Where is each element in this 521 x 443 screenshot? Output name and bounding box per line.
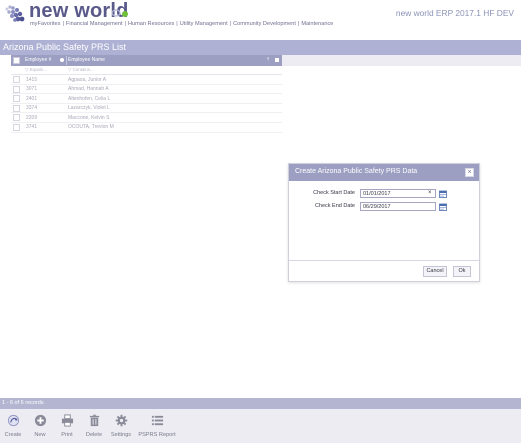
report-list-icon [151,415,163,426]
erp-version: new world ERP 2017.1 HF DEV [395,8,514,18]
nav-item-human-resources[interactable]: Human Resources [128,21,174,27]
row-checkbox[interactable] [13,123,20,131]
employee-grid: Employee # Employee Name ⇡ ▽ Equals... ▽… [11,55,282,133]
table-row[interactable]: 3374 Lazarczyk, Violet L [11,104,282,114]
column-divider [66,56,67,65]
column-header-employee-name[interactable]: Employee Name [68,57,105,63]
employee-name: Maccone, Kelvin S [68,114,110,121]
calendar-icon[interactable] [439,203,447,211]
settings-button[interactable]: Settings [109,414,133,438]
logo-icon [5,5,25,22]
print-button[interactable]: Print [57,414,77,438]
filter-employee-number[interactable]: ▽ Equals... [25,67,47,73]
filter-row: ▽ Equals... ▽ Contains... [11,66,282,75]
filter-placeholder: Contains... [72,67,94,72]
calendar-icon[interactable] [439,190,447,198]
employee-number: 3071 [26,86,38,93]
app-header: new world myFavorites | Financial Manageme… [0,0,521,31]
clear-date-icon[interactable]: × [428,190,432,196]
create-label: Create [4,432,22,438]
page-title-bar: Arizona Public Safety PRS List [0,40,521,55]
employee-number: 2401 [26,95,38,102]
print-label: Print [61,432,73,438]
employee-number: 2209 [26,114,38,121]
filter-employee-name[interactable]: ▽ Contains... [68,67,94,73]
table-row[interactable]: 3071 Ahmad, Hannah A [11,85,282,95]
table-row[interactable]: 1415 Agpaoa, Junior A [11,75,282,85]
nav-separator: | [229,21,232,27]
status-bar: 1 - 6 of 6 records [0,398,521,409]
new-button[interactable]: New [30,414,50,438]
table-row[interactable]: 3741 OCOUTA, Trevion M [11,123,282,133]
cancel-button[interactable]: Cancel [423,266,447,277]
column-menu-icon[interactable] [275,58,279,62]
employee-number: 1415 [26,76,38,83]
leaf-logo-icon [111,9,128,17]
close-icon[interactable]: × [465,168,474,177]
grid-header: Employee # Employee Name ⇡ [11,55,282,66]
employee-name: Ahmad, Hannah A [68,86,109,93]
dialog-title: Create Arizona Public Safety PRS Data [295,168,418,175]
row-checkbox[interactable] [13,104,20,112]
employee-name: Altenhofen, Celia L [68,95,111,102]
check-start-date-input[interactable] [360,189,436,198]
employee-name: OCOUTA, Trevion M [68,124,114,131]
nav-item-community-development[interactable]: Community Development [233,21,296,27]
ok-button[interactable]: Ok [453,266,471,277]
row-checkbox[interactable] [13,95,20,103]
psprs-report-button[interactable]: PSPRS Report [137,414,177,438]
plus-circle-icon [34,414,46,427]
delete-button[interactable]: Delete [84,414,104,438]
nav-item-myfavorites[interactable]: myFavorites [30,21,60,27]
bottom-toolbar: Create New Print Delete Settings PSPRS R… [0,409,521,443]
nav-item-maintenance[interactable]: Maintenance [301,21,333,27]
create-prs-dialog: Create Arizona Public Safety PRS Data × … [288,163,480,282]
nav-separator: | [124,21,126,27]
table-row[interactable]: 2401 Altenhofen, Celia L [11,94,282,104]
new-label: New [34,432,46,438]
nav-separator: | [297,21,300,27]
check-end-date-label: Check End Date [314,203,355,209]
select-all-checkbox[interactable] [13,57,20,64]
delete-label: Delete [85,432,103,438]
dialog-divider [289,260,479,261]
settings-label: Settings [110,432,132,438]
employee-name: Agpaoa, Junior A [68,76,107,83]
employee-number: 3374 [26,105,38,112]
top-nav: myFavorites | Financial Management | Human R… [30,21,333,27]
trash-icon [89,414,99,427]
grid-header-filler [282,55,521,66]
nav-item-utility-management[interactable]: Utility Management [180,21,228,27]
record-count: 1 - 6 of 6 records [2,400,44,406]
create-icon [7,414,19,427]
pin-icon[interactable]: ⇡ [266,57,270,63]
filter-placeholder: Equals... [29,67,47,72]
row-checkbox[interactable] [13,114,20,122]
printer-icon [61,414,73,427]
row-checkbox[interactable] [13,76,20,83]
psprs-report-label: PSPRS Report [138,432,176,438]
row-checkbox[interactable] [13,85,20,93]
table-row[interactable]: 2209 Maccone, Kelvin S [11,113,282,123]
column-header-employee-number[interactable]: Employee # [25,57,51,63]
gear-icon [115,414,127,427]
nav-item-financial-management[interactable]: Financial Management [66,21,123,27]
create-button[interactable]: Create [3,414,23,438]
check-end-date-input[interactable] [360,202,436,211]
employee-number: 3741 [26,124,38,131]
page-title: Arizona Public Safety PRS List [3,42,127,52]
nav-separator: | [176,21,178,27]
check-start-date-label: Check Start Date [313,190,355,196]
employee-name: Lazarczyk, Violet L [68,105,110,112]
nav-separator: | [62,21,64,27]
sort-indicator-icon[interactable] [60,58,64,62]
dialog-title-bar: Create Arizona Public Safety PRS Data × [289,164,479,181]
